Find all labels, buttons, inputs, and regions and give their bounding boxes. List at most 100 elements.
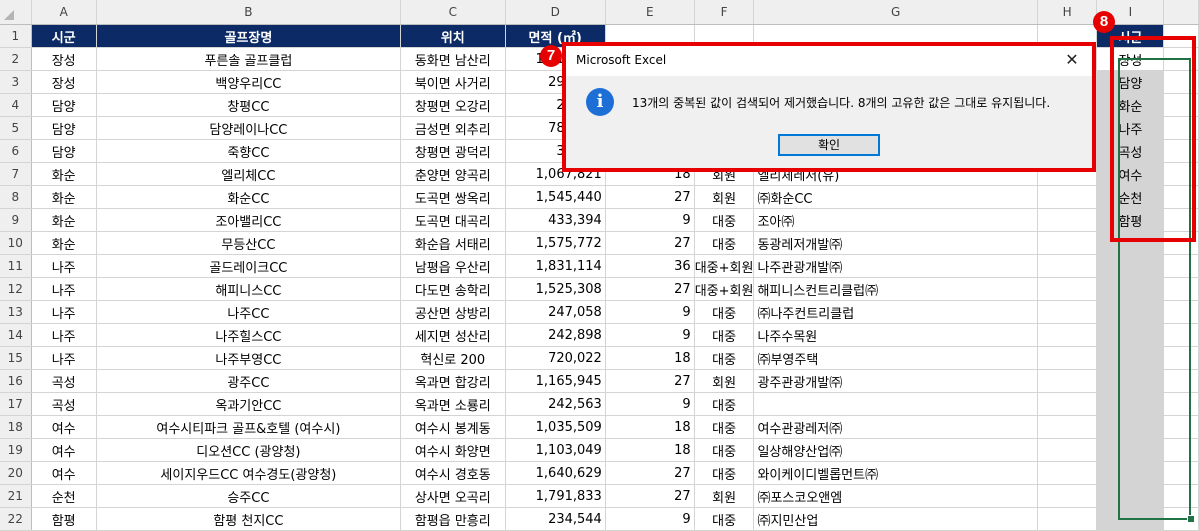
row-header[interactable]: 19 xyxy=(0,438,32,462)
cell-operator[interactable]: 여수관광레저㈜ xyxy=(753,415,1038,439)
cell-location[interactable]: 화순읍 서태리 xyxy=(399,231,506,255)
cell-h[interactable] xyxy=(1036,323,1098,347)
cell-sigun[interactable]: 곡성 xyxy=(30,369,97,393)
cell-unique-sigun[interactable]: 여수 xyxy=(1096,162,1165,186)
cell[interactable] xyxy=(1163,185,1199,209)
cell-area[interactable]: 1,640,629 xyxy=(504,461,606,485)
cell-operator[interactable] xyxy=(753,392,1038,416)
cell-type[interactable]: 대중 xyxy=(693,208,755,232)
cell[interactable] xyxy=(1163,461,1199,485)
cell-unique-sigun[interactable] xyxy=(1096,507,1165,531)
cell-golf-course-name[interactable]: 나주힐스CC xyxy=(95,323,401,347)
cell[interactable] xyxy=(1163,300,1199,324)
cell-operator[interactable]: 조아㈜ xyxy=(753,208,1038,232)
cell-area[interactable]: 242,898 xyxy=(504,323,606,347)
cell-area[interactable]: 1,545,440 xyxy=(504,185,606,209)
column-header-d[interactable]: D xyxy=(505,0,606,25)
cell-location[interactable]: 북이면 사거리 xyxy=(399,70,506,94)
row-header[interactable]: 13 xyxy=(0,300,32,324)
cell-unique-sigun[interactable]: 순천 xyxy=(1096,185,1165,209)
column-header-b[interactable]: B xyxy=(96,0,401,25)
row-header[interactable]: 6 xyxy=(0,139,32,163)
row-header[interactable]: 8 xyxy=(0,185,32,209)
select-all-corner[interactable] xyxy=(0,0,32,25)
cell-area[interactable]: 720,022 xyxy=(504,346,606,370)
cell-sigun[interactable]: 여수 xyxy=(30,415,97,439)
cell-type[interactable]: 회원 xyxy=(693,484,755,508)
cell-area[interactable]: 234,544 xyxy=(504,507,606,531)
cell-unique-sigun[interactable] xyxy=(1096,346,1165,370)
cell-sigun[interactable]: 여수 xyxy=(30,461,97,485)
cell-sigun[interactable]: 담양 xyxy=(30,93,97,117)
row-header[interactable]: 7 xyxy=(0,162,32,186)
cell-holes[interactable]: 9 xyxy=(604,323,695,347)
row-header[interactable]: 15 xyxy=(0,346,32,370)
cell-golf-course-name[interactable]: 여수시티파크 골프&호텔 (여수시) xyxy=(95,415,401,439)
cell-holes[interactable]: 27 xyxy=(604,231,695,255)
row-header[interactable]: 22 xyxy=(0,507,32,531)
cell-operator[interactable]: ㈜포스코오앤엠 xyxy=(753,484,1038,508)
cell[interactable] xyxy=(1163,162,1199,186)
cell-type[interactable]: 대중 xyxy=(693,392,755,416)
cell-holes[interactable]: 27 xyxy=(604,277,695,301)
cell-unique-sigun[interactable] xyxy=(1096,323,1165,347)
cell-golf-course-name[interactable]: 해피니스CC xyxy=(95,277,401,301)
column-header-g[interactable]: G xyxy=(753,0,1038,25)
cell[interactable] xyxy=(1163,346,1199,370)
cell-location[interactable]: 옥과면 소룡리 xyxy=(399,392,506,416)
column-header-e[interactable]: E xyxy=(605,0,695,25)
cell-sigun[interactable]: 여수 xyxy=(30,438,97,462)
cell-operator[interactable]: 나주관광개발㈜ xyxy=(753,254,1038,278)
cell-sigun[interactable]: 담양 xyxy=(30,139,97,163)
cell-golf-course-name[interactable]: 나주CC xyxy=(95,300,401,324)
cell-h[interactable] xyxy=(1036,415,1098,439)
cell-location[interactable]: 다도면 송학리 xyxy=(399,277,506,301)
cell-sigun[interactable]: 화순 xyxy=(30,208,97,232)
cell-sigun[interactable]: 나주 xyxy=(30,254,97,278)
cell-unique-sigun[interactable]: 담양 xyxy=(1096,70,1165,94)
cell-type[interactable]: 대중 xyxy=(693,438,755,462)
cell-area[interactable]: 1,035,509 xyxy=(504,415,606,439)
cell-operator[interactable]: 나주수목원 xyxy=(753,323,1038,347)
cell-sigun[interactable]: 화순 xyxy=(30,231,97,255)
cell-sigun[interactable]: 담양 xyxy=(30,116,97,140)
cell-location[interactable]: 창평면 광덕리 xyxy=(399,139,506,163)
cell[interactable] xyxy=(1163,392,1199,416)
cell-golf-course-name[interactable]: 디오션CC (광양청) xyxy=(95,438,401,462)
cell-area[interactable]: 247,058 xyxy=(504,300,606,324)
cell-location[interactable]: 세지면 성산리 xyxy=(399,323,506,347)
cell[interactable] xyxy=(1163,438,1199,462)
cell-type[interactable]: 대중 xyxy=(693,300,755,324)
header-cell-h[interactable] xyxy=(1036,24,1098,48)
cell[interactable] xyxy=(1163,47,1199,71)
cell-sigun[interactable]: 장성 xyxy=(30,70,97,94)
header-cell-c[interactable]: 위치 xyxy=(399,24,506,48)
cell-holes[interactable]: 27 xyxy=(604,484,695,508)
cell-unique-sigun[interactable] xyxy=(1096,484,1165,508)
header-cell-g[interactable] xyxy=(753,24,1038,48)
cell-golf-course-name[interactable]: 골드레이크CC xyxy=(95,254,401,278)
cell-h[interactable] xyxy=(1036,231,1098,255)
cell-golf-course-name[interactable]: 광주CC xyxy=(95,369,401,393)
cell-h[interactable] xyxy=(1036,185,1098,209)
column-header-f[interactable]: F xyxy=(694,0,755,25)
cell-golf-course-name[interactable]: 죽향CC xyxy=(95,139,401,163)
cell-type[interactable]: 대중+회원 xyxy=(693,254,755,278)
cell-operator[interactable]: 광주관광개발㈜ xyxy=(753,369,1038,393)
cell-location[interactable]: 춘양면 양곡리 xyxy=(399,162,506,186)
column-header-c[interactable]: C xyxy=(400,0,506,25)
cell-type[interactable]: 대중+회원 xyxy=(693,277,755,301)
cell-sigun[interactable]: 장성 xyxy=(30,47,97,71)
cell-holes[interactable]: 9 xyxy=(604,392,695,416)
cell-type[interactable]: 회원 xyxy=(693,185,755,209)
cell-sigun[interactable]: 나주 xyxy=(30,346,97,370)
cell-area[interactable]: 1,165,945 xyxy=(504,369,606,393)
cell-holes[interactable]: 27 xyxy=(604,369,695,393)
cell-location[interactable]: 여수시 화양면 xyxy=(399,438,506,462)
cell-sigun[interactable]: 함평 xyxy=(30,507,97,531)
cell-h[interactable] xyxy=(1036,392,1098,416)
cell-area[interactable]: 1,791,833 xyxy=(504,484,606,508)
cell-golf-course-name[interactable]: 함평 천지CC xyxy=(95,507,401,531)
row-header[interactable]: 14 xyxy=(0,323,32,347)
cell-type[interactable]: 대중 xyxy=(693,346,755,370)
